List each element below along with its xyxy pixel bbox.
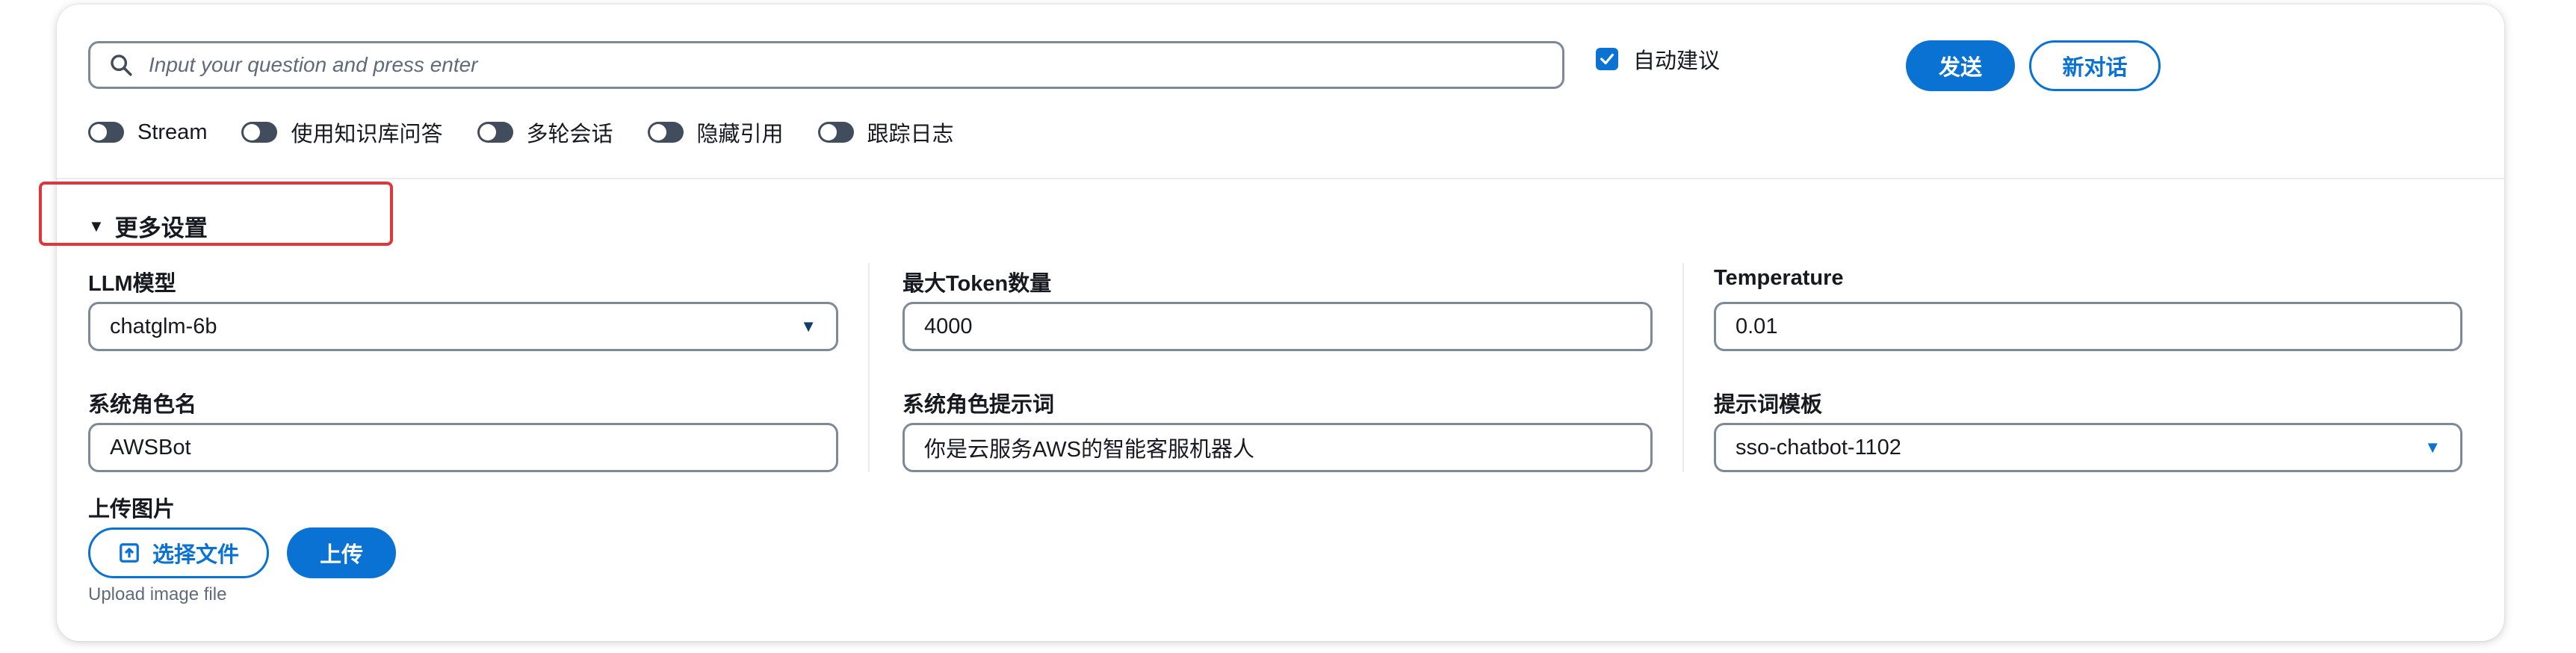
toggle-hide-references[interactable]: 隐藏引用 <box>647 117 784 148</box>
temperature-input[interactable]: 0.01 <box>1714 302 2462 351</box>
upload-button[interactable]: 上传 <box>287 527 396 578</box>
caret-down-icon: ▼ <box>800 317 817 335</box>
toggle-label: 跟踪日志 <box>867 123 954 146</box>
max-tokens-input[interactable]: 4000 <box>902 302 1653 351</box>
system-role-name-input[interactable]: AWSBot <box>88 423 838 472</box>
search-icon <box>111 55 132 76</box>
caret-down-icon: ▼ <box>2424 438 2441 457</box>
toggle-multi-turn[interactable]: 多轮会话 <box>477 117 613 148</box>
llm-model-label: LLM模型 <box>88 272 176 296</box>
system-role-name-value: AWSBot <box>110 435 191 459</box>
upload-hint: Upload image file <box>88 584 227 604</box>
column-divider <box>1682 263 1684 472</box>
toggle-switch[interactable] <box>477 122 513 143</box>
llm-model-value: chatglm-6b <box>110 314 217 338</box>
toggle-trace-log[interactable]: 跟踪日志 <box>817 117 954 148</box>
toggle-switch[interactable] <box>647 122 684 143</box>
upload-image-label: 上传图片 <box>88 498 176 522</box>
send-button[interactable]: 发送 <box>1906 40 2015 91</box>
toggle-row: Stream 使用知识库问答 多轮会话 隐藏引用 跟踪日志 <box>88 117 988 148</box>
auto-suggest-checkbox[interactable] <box>1596 48 1618 70</box>
prompt-template-label: 提示词模板 <box>1714 393 1823 417</box>
system-role-prompt-label: 系统角色提示词 <box>902 393 1055 417</box>
max-tokens-value: 4000 <box>924 314 973 338</box>
toggle-label: 隐藏引用 <box>696 123 784 146</box>
system-role-name-label: 系统角色名 <box>88 393 197 417</box>
system-role-prompt-value: 你是云服务AWS的智能客服机器人 <box>924 438 1254 462</box>
choose-file-label: 选择文件 <box>152 543 239 567</box>
column-divider <box>868 263 870 472</box>
toggle-knowledge-base[interactable]: 使用知识库问答 <box>241 117 443 148</box>
temperature-label: Temperature <box>1714 266 1844 290</box>
temperature-value: 0.01 <box>1736 314 1778 338</box>
toggle-switch[interactable] <box>817 122 854 143</box>
section-divider <box>57 178 2504 179</box>
choose-file-button[interactable]: 选择文件 <box>88 527 269 578</box>
question-input[interactable] <box>147 52 1562 78</box>
prompt-template-value: sso-chatbot-1102 <box>1736 435 1901 459</box>
question-search-box[interactable] <box>88 41 1564 89</box>
toggle-label: 多轮会话 <box>526 123 613 146</box>
toggle-stream[interactable]: Stream <box>88 120 207 145</box>
max-tokens-label: 最大Token数量 <box>902 272 1052 296</box>
system-role-prompt-input[interactable]: 你是云服务AWS的智能客服机器人 <box>902 423 1653 472</box>
auto-suggest-label: 自动建议 <box>1633 49 1721 73</box>
toggle-label: 使用知识库问答 <box>291 123 443 146</box>
toggle-switch[interactable] <box>88 122 124 143</box>
toggle-switch[interactable] <box>241 122 278 143</box>
new-chat-button[interactable]: 新对话 <box>2029 40 2161 91</box>
prompt-template-select[interactable]: sso-chatbot-1102 ▼ <box>1714 423 2462 472</box>
highlight-box <box>39 182 393 246</box>
toggle-label: Stream <box>137 120 208 144</box>
llm-model-select[interactable]: chatglm-6b ▼ <box>88 302 838 351</box>
auto-suggest-option[interactable]: 自动建议 <box>1596 43 1720 75</box>
upload-icon <box>120 543 139 563</box>
check-icon <box>1600 53 1614 65</box>
